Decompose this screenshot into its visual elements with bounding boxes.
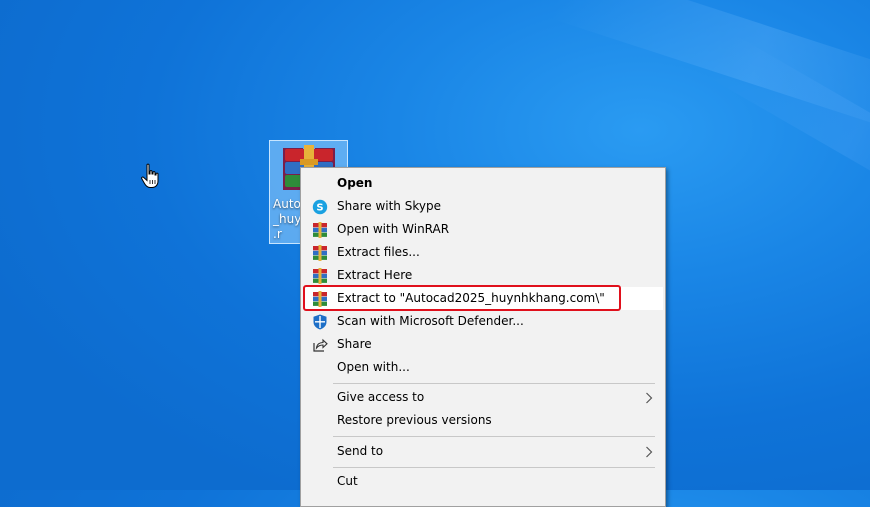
defender-shield-icon xyxy=(312,314,328,330)
menu-item-label: Scan with Microsoft Defender... xyxy=(337,310,524,333)
winrar-icon xyxy=(312,222,328,238)
menu-item-open-with[interactable]: Open with... xyxy=(303,356,663,379)
winrar-icon xyxy=(312,245,328,261)
menu-separator xyxy=(333,467,655,468)
svg-text:S: S xyxy=(316,203,323,214)
skype-icon: S xyxy=(312,199,328,215)
menu-item-label: Share with Skype xyxy=(337,195,441,218)
context-menu: Open S Share with Skype Open with WinRAR… xyxy=(300,167,666,507)
menu-item-label: Open xyxy=(337,172,372,195)
menu-separator xyxy=(333,436,655,437)
menu-item-label: Open with... xyxy=(337,356,410,379)
menu-item-label: Send to xyxy=(337,440,383,463)
chevron-right-icon xyxy=(645,446,653,458)
menu-item-send-to[interactable]: Send to xyxy=(303,440,663,463)
menu-item-label: Restore previous versions xyxy=(337,409,492,432)
winrar-icon xyxy=(312,268,328,284)
menu-item-label: Share xyxy=(337,333,372,356)
menu-item-extract-files[interactable]: Extract files... xyxy=(303,241,663,264)
menu-item-share-with-skype[interactable]: S Share with Skype xyxy=(303,195,663,218)
menu-item-label: Extract Here xyxy=(337,264,412,287)
menu-item-open-with-winrar[interactable]: Open with WinRAR xyxy=(303,218,663,241)
chevron-right-icon xyxy=(645,392,653,404)
menu-item-open[interactable]: Open xyxy=(303,172,663,195)
desktop-file-label: Auto _huy .r xyxy=(270,197,303,242)
menu-item-label: Give access to xyxy=(337,386,424,409)
menu-separator xyxy=(333,383,655,384)
highlight-annotation-box xyxy=(303,285,621,311)
menu-item-label: Open with WinRAR xyxy=(337,218,449,241)
menu-item-label: Extract files... xyxy=(337,241,420,264)
menu-item-restore-previous-versions[interactable]: Restore previous versions xyxy=(303,409,663,432)
menu-item-share[interactable]: Share xyxy=(303,333,663,356)
share-icon xyxy=(312,337,328,353)
menu-item-give-access-to[interactable]: Give access to xyxy=(303,386,663,409)
menu-item-extract-here[interactable]: Extract Here xyxy=(303,264,663,287)
hand-cursor-icon xyxy=(140,163,162,189)
menu-item-scan-with-defender[interactable]: Scan with Microsoft Defender... xyxy=(303,310,663,333)
